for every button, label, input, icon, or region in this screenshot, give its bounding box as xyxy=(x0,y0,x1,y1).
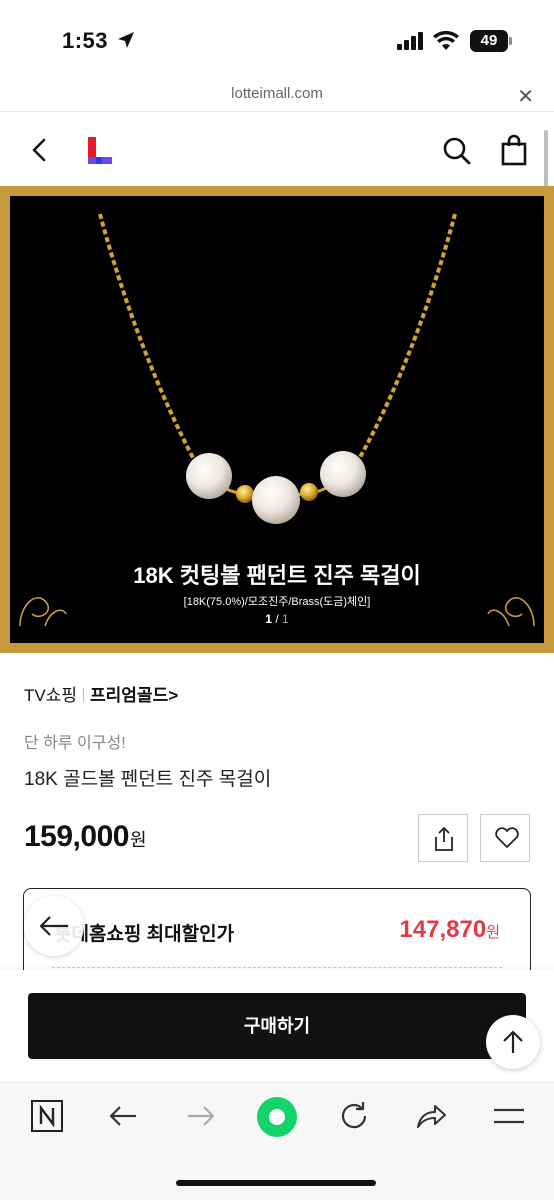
status-bar: 1:53 49 xyxy=(0,0,554,80)
chevron-right-icon[interactable]: > xyxy=(168,686,178,705)
image-title: 18K 컷팅볼 팬던트 진주 목걸이 xyxy=(133,563,421,588)
url-text[interactable]: lotteimall.com xyxy=(0,85,554,102)
share-button[interactable] xyxy=(418,814,468,862)
close-icon[interactable]: ✕ xyxy=(517,84,534,109)
deal-currency: 원 xyxy=(486,924,500,941)
pager-current: 1 xyxy=(265,612,272,626)
home-indicator[interactable] xyxy=(176,1180,376,1186)
image-subtitle: [18K(75.0%)/모조진주/Brass(도금)체인] xyxy=(183,596,371,608)
price-value: 159,000 xyxy=(24,820,129,853)
brand-line: TV쇼핑 프리엄골드> xyxy=(24,681,178,706)
chevron-left-icon[interactable] xyxy=(26,136,54,164)
floating-back-button[interactable] xyxy=(24,896,84,956)
share-icon xyxy=(435,827,453,851)
forward-arrow-icon[interactable] xyxy=(184,1099,224,1139)
buy-button[interactable]: 구매하기 xyxy=(28,993,526,1059)
arrow-left-icon xyxy=(39,916,68,936)
shopping-bag-icon[interactable] xyxy=(500,134,528,166)
arrow-up-icon xyxy=(503,1030,523,1053)
cellular-signal-icon xyxy=(397,32,423,50)
url-bar[interactable]: lotteimall.com ✕ xyxy=(0,80,554,112)
scroll-top-button[interactable] xyxy=(486,1015,540,1069)
share-arrow-icon[interactable] xyxy=(414,1099,454,1139)
pager-separator: / xyxy=(271,612,282,626)
divider xyxy=(83,688,85,702)
refresh-icon[interactable] xyxy=(337,1099,377,1139)
deal-amount: 147,870 xyxy=(399,916,487,943)
battery-cap xyxy=(509,37,512,45)
brand-name[interactable]: 프리엄골드 xyxy=(90,686,168,705)
wishlist-button[interactable] xyxy=(480,814,530,862)
heart-icon xyxy=(495,827,519,848)
lotte-l-logo[interactable] xyxy=(86,137,112,165)
search-icon[interactable] xyxy=(442,136,472,166)
dashed-divider xyxy=(52,967,502,968)
deal-price: 147,870원 xyxy=(399,916,500,944)
brand-link[interactable]: 프리엄골드> xyxy=(90,686,178,705)
green-dot-icon[interactable] xyxy=(256,1096,298,1138)
location-arrow-icon xyxy=(118,32,134,48)
product-name: 18K 골드볼 펜던트 진주 목걸이 xyxy=(24,769,272,790)
image-pager: 1 / 1 xyxy=(248,608,306,630)
battery-indicator: 49 xyxy=(470,30,508,52)
status-time: 1:53 xyxy=(62,28,109,53)
channel-label: TV쇼핑 xyxy=(24,686,78,705)
wifi-icon xyxy=(433,30,459,50)
app-header xyxy=(0,112,554,186)
price-currency: 원 xyxy=(129,830,147,850)
back-arrow-icon[interactable] xyxy=(106,1099,146,1139)
product-image[interactable]: 18K 컷팅볼 팬던트 진주 목걸이 [18K(75.0%)/모조진주/Bras… xyxy=(0,186,554,653)
purchase-bar: 구매하기 xyxy=(0,970,554,1082)
promo-text: 단 하루 이구성! xyxy=(24,735,126,752)
product-price: 159,000원 xyxy=(24,820,147,854)
menu-icon[interactable] xyxy=(492,1099,532,1139)
naver-n-icon[interactable] xyxy=(30,1099,70,1139)
pager-total: 1 xyxy=(282,612,289,626)
